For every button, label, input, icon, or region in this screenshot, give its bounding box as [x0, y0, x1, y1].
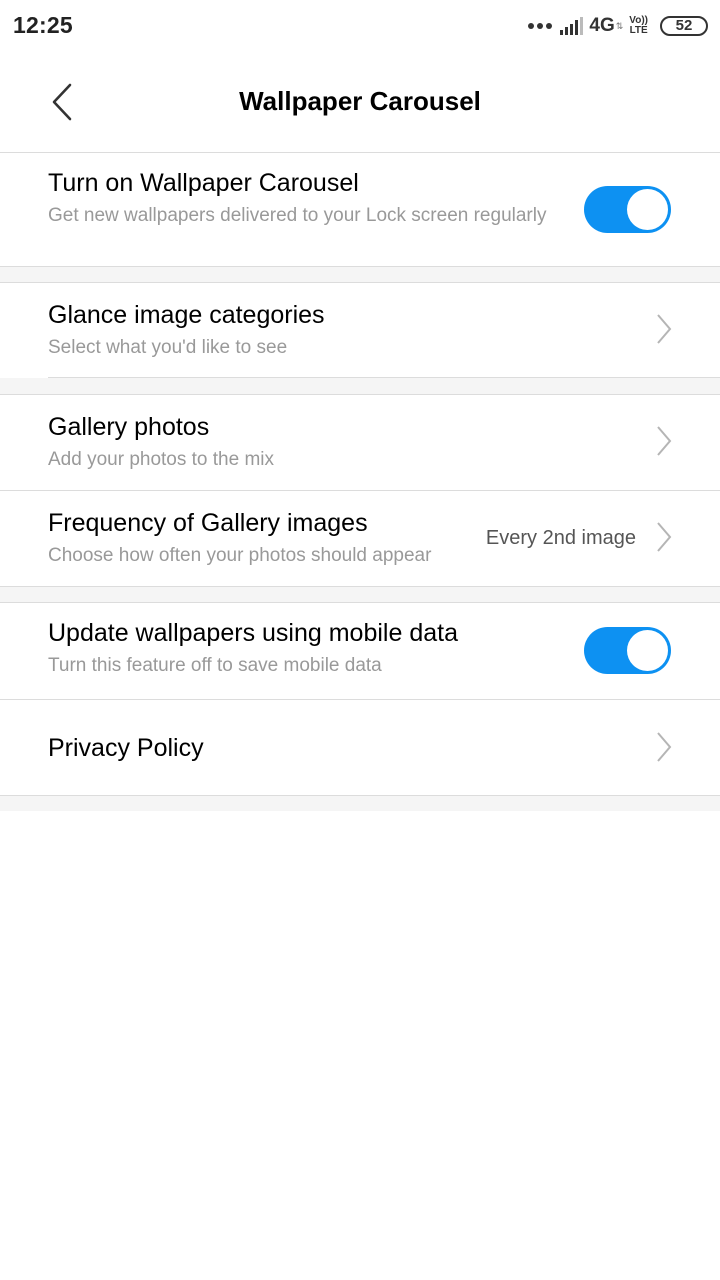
- section-gap: [0, 267, 720, 282]
- setting-subtitle: Select what you'd like to see: [48, 337, 288, 358]
- section-gap: [0, 378, 720, 394]
- volte-icon: Vo)) LTE: [629, 16, 648, 36]
- setting-subtitle: Get new wallpapers delivered to your Loc…: [48, 205, 547, 226]
- carousel-toggle[interactable]: [584, 186, 671, 233]
- setting-gallery-photos[interactable]: Gallery photos Add your photos to the mi…: [0, 395, 720, 490]
- page-title: Wallpaper Carousel: [239, 86, 481, 116]
- section-gap: [0, 587, 720, 602]
- mobile-data-toggle[interactable]: [584, 627, 671, 674]
- volte-bottom: LTE: [629, 25, 648, 36]
- setting-title: Frequency of Gallery images: [48, 509, 368, 537]
- network-type: 4G: [589, 15, 615, 36]
- setting-value: Every 2nd image: [485, 527, 636, 549]
- setting-title: Turn on Wallpaper Carousel: [48, 169, 359, 197]
- app-header: Wallpaper Carousel: [0, 52, 720, 152]
- setting-subtitle: Turn this feature off to save mobile dat…: [48, 655, 382, 676]
- toggle-knob: [627, 630, 668, 671]
- data-activity-icon: ⇅: [615, 20, 624, 31]
- signal-strength-icon: [560, 17, 584, 35]
- setting-subtitle: Choose how often your photos should appe…: [48, 545, 432, 566]
- status-bar: 12:25 4G ⇅ Vo)) LTE 52: [0, 0, 720, 52]
- setting-title: Glance image categories: [48, 301, 325, 329]
- toggle-knob: [627, 189, 668, 230]
- setting-privacy-policy[interactable]: Privacy Policy: [0, 700, 720, 795]
- chevron-right-icon: [657, 732, 672, 762]
- status-time: 12:25: [13, 12, 73, 38]
- chevron-right-icon: [657, 314, 672, 344]
- chevron-right-icon: [657, 522, 672, 552]
- setting-title: Gallery photos: [48, 413, 210, 441]
- chevron-right-icon: [657, 426, 672, 456]
- setting-glance-categories[interactable]: Glance image categories Select what you'…: [0, 283, 720, 377]
- more-notifications-icon: [528, 23, 553, 29]
- setting-title: Privacy Policy: [48, 734, 204, 762]
- setting-title: Update wallpapers using mobile data: [48, 619, 458, 647]
- setting-mobile-data[interactable]: Update wallpapers using mobile data Turn…: [0, 603, 720, 699]
- setting-gallery-frequency[interactable]: Frequency of Gallery images Choose how o…: [0, 491, 720, 586]
- battery-icon: 52: [660, 16, 708, 36]
- setting-carousel[interactable]: Turn on Wallpaper Carousel Get new wallp…: [0, 153, 720, 266]
- setting-subtitle: Add your photos to the mix: [48, 449, 275, 470]
- status-icons: 4G ⇅ Vo)) LTE 52: [528, 12, 708, 40]
- section-gap: [0, 796, 720, 811]
